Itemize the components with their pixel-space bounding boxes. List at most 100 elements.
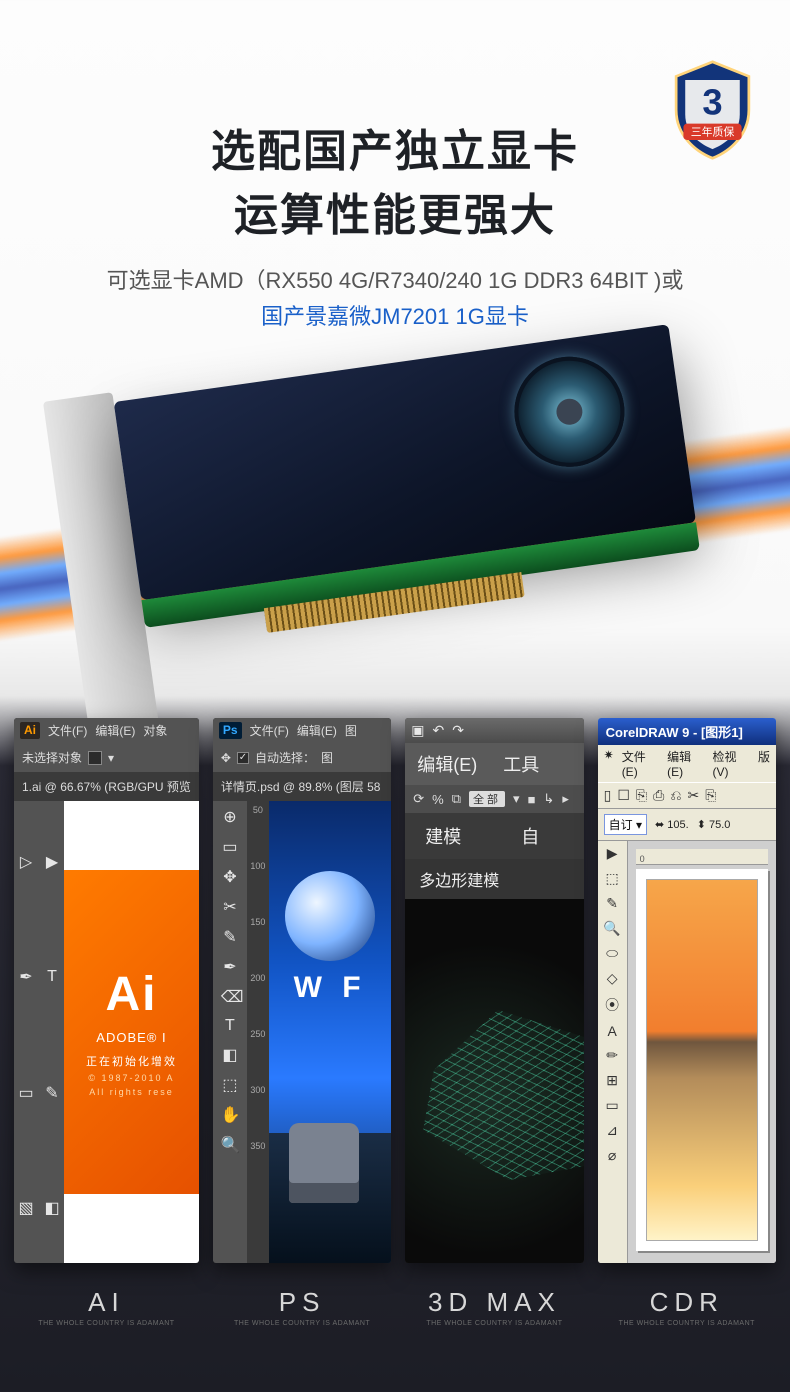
max-sel-icon-2[interactable]: ↳	[543, 791, 554, 807]
cdr-menu-edit[interactable]: 编辑(E)	[667, 748, 704, 779]
ps-tool-move[interactable]: ⊕	[221, 807, 239, 827]
max-menu-tools[interactable]: 工具	[503, 751, 539, 777]
cdr-tool-pick[interactable]: ▶	[607, 845, 618, 862]
cdr-window: CorelDRAW 9 - [图形1] ✷ 文件(E) 编辑(E) 检视(V) …	[598, 718, 776, 1263]
cdr-tool-freehand[interactable]: ✎	[606, 895, 618, 912]
cdr-new-icon[interactable]: ▯	[604, 787, 612, 804]
cdr-tool-interactive[interactable]: ⊿	[606, 1122, 618, 1139]
max-bind-icon[interactable]: ⧉	[452, 791, 461, 807]
ai-tool-select[interactable]: ▷	[17, 852, 35, 872]
ai-splash-screen: Ai ADOBE® I 正在初始化增效 © 1987-2010 A All ri…	[64, 870, 199, 1193]
ps-autoselect-value[interactable]: 图	[321, 749, 333, 766]
ai-fill-swatch-icon[interactable]	[88, 751, 102, 765]
max-app-icon[interactable]: ▣	[411, 722, 424, 739]
ai-tool-gradient[interactable]: ▧	[17, 1198, 35, 1218]
ps-tool-crop[interactable]: ✂	[221, 897, 239, 917]
ps-options-bar: ✥ 自动选择： 图	[213, 743, 391, 772]
ps-tool-lasso[interactable]: ✥	[221, 867, 239, 887]
ps-tool-eraser[interactable]: ⌫	[221, 987, 239, 1007]
ai-tool-pen[interactable]: ✒	[17, 967, 35, 987]
max-undo-icon[interactable]: ↶	[433, 722, 445, 739]
ps-sublabel: THE WHOLE COUNTRY IS ADAMANT	[213, 1320, 391, 1327]
cdr-sunset-artwork	[646, 879, 758, 1241]
ai-tool-artboard[interactable]: ◧	[43, 1198, 61, 1218]
ps-tool-brush[interactable]: ✎	[221, 927, 239, 947]
max-toolbar: ⟳ % ⧉ 全部 ▾ ■ ↳ ▸	[405, 785, 583, 813]
ps-tool-gradient[interactable]: ◧	[221, 1045, 239, 1065]
cdr-tool-zoom[interactable]: 🔍	[603, 920, 620, 937]
cdr-tool-ellipse[interactable]: ⬭	[606, 945, 618, 962]
ps-autoselect-checkbox[interactable]	[237, 752, 249, 764]
cdr-tool-outline[interactable]: ⌀	[608, 1147, 616, 1164]
ai-tool-direct[interactable]: ▶	[43, 852, 61, 872]
ps-ruler-mark: 200	[250, 973, 265, 983]
ps-move-icon[interactable]: ✥	[221, 751, 231, 765]
ps-tool-pen[interactable]: ✒	[221, 957, 239, 977]
cdr-menu-file[interactable]: 文件(E)	[622, 748, 659, 779]
cdr-papersize-dropdown[interactable]: 自订 ▾	[604, 814, 647, 835]
ai-options-bar: 未选择对象 ▾	[14, 743, 199, 772]
app-card-3dmax: ▣ ↶ ↷ 编辑(E) 工具 ⟳ % ⧉ 全部 ▾ ■ ↳ ▸ 建模 自	[405, 718, 583, 1327]
cdr-undo-icon[interactable]: ⎌	[670, 787, 681, 804]
cdr-copy-icon[interactable]: ⎘	[705, 787, 716, 804]
ps-tool-shape[interactable]: ⬚	[221, 1075, 239, 1095]
max-sel-icon[interactable]: ■	[528, 792, 536, 807]
max-menubar: 编辑(E) 工具	[405, 743, 583, 785]
max-tab-freeform[interactable]: 自	[521, 823, 539, 849]
ps-menu-edit[interactable]: 编辑(E)	[297, 722, 337, 739]
ai-label: AI	[14, 1287, 199, 1318]
hero-subtitle-2: 国产景嘉微JM7201 1G显卡	[0, 299, 790, 331]
ps-ruler-mark: 300	[250, 1085, 265, 1095]
ai-menu-object[interactable]: 对象	[143, 722, 167, 739]
ps-menu-image[interactable]: 图	[345, 722, 357, 739]
max-redo-icon[interactable]: ↷	[452, 722, 464, 739]
cdr-property-bar: 自订 ▾ ⬌ 105. ⬍ 75.0	[598, 809, 776, 841]
cdr-tool-spiral[interactable]: ⦿	[605, 995, 619, 1015]
cdr-menu-layout[interactable]: 版	[758, 748, 770, 779]
cdr-page[interactable]	[636, 869, 768, 1251]
max-sel-icon-3[interactable]: ▸	[562, 791, 569, 807]
cdr-menubar: ✷ 文件(E) 编辑(E) 检视(V) 版	[598, 745, 776, 782]
ai-tool-brush[interactable]: ✎	[43, 1083, 61, 1103]
cdr-cut-icon[interactable]: ✂	[688, 787, 700, 804]
cdr-tool-shape[interactable]: ⬚	[606, 870, 619, 887]
max-filter-dropdown[interactable]: 全部	[469, 791, 505, 807]
cdr-tool-text[interactable]: A	[607, 1023, 616, 1039]
max-unlink-icon[interactable]: %	[432, 792, 444, 807]
ai-document-tab[interactable]: 1.ai @ 66.67% (RGB/GPU 预览	[14, 772, 199, 801]
cdr-tool-pen[interactable]: ✏	[606, 1047, 618, 1064]
hero-subtitle-1: 可选显卡AMD（RX550 4G/R7340/240 1G DDR3 64BIT…	[0, 263, 790, 295]
ps-menu-file[interactable]: 文件(F)	[250, 722, 289, 739]
max-link-icon[interactable]: ⟳	[413, 791, 424, 807]
ai-menu-edit[interactable]: 编辑(E)	[95, 722, 135, 739]
cdr-tool-grid[interactable]: ⊞	[606, 1072, 618, 1089]
ps-tool-hand[interactable]: ✋	[221, 1105, 239, 1125]
ps-artwork-text: W F	[294, 971, 367, 1005]
cdr-print-icon[interactable]: ⎙	[653, 787, 664, 804]
ps-document-tab[interactable]: 详情页.psd @ 89.8% (图层 58	[213, 772, 391, 801]
max-menu-edit[interactable]: 编辑(E)	[417, 751, 477, 777]
cdr-tool-polygon[interactable]: ◇	[607, 970, 618, 987]
cdr-open-icon[interactable]: ☐	[617, 787, 630, 804]
max-viewport[interactable]	[405, 899, 583, 1263]
ps-tool-marquee[interactable]: ▭	[221, 837, 239, 857]
ps-robot-art	[289, 1123, 359, 1203]
cdr-tool-rect[interactable]: ▭	[606, 1097, 619, 1114]
max-filter-arrow-icon[interactable]: ▾	[513, 791, 520, 807]
cdr-menu-view[interactable]: 检视(V)	[713, 748, 750, 779]
ai-tool-type[interactable]: T	[43, 968, 61, 986]
ai-optbar-dropdown-icon[interactable]: ▾	[108, 751, 114, 765]
ps-tool-zoom[interactable]: 🔍	[221, 1135, 239, 1155]
app-showcase-row: Ai 文件(F) 编辑(E) 对象 未选择对象 ▾ 1.ai @ 66.67% …	[0, 718, 790, 1327]
max-tab-modeling[interactable]: 建模	[425, 823, 461, 849]
ps-planet-art	[285, 871, 375, 961]
ps-ruler-mark: 150	[250, 917, 265, 927]
svg-text:三年质保: 三年质保	[691, 124, 735, 138]
ai-menu-file[interactable]: 文件(F)	[48, 722, 87, 739]
ai-window: Ai 文件(F) 编辑(E) 对象 未选择对象 ▾ 1.ai @ 66.67% …	[14, 718, 199, 1263]
ai-tool-rect[interactable]: ▭	[17, 1083, 35, 1103]
ps-tool-type[interactable]: T	[221, 1017, 239, 1035]
hero-section: 3 三年质保 选配国产独立显卡 运算性能更强大 可选显卡AMD（RX550 4G…	[0, 0, 790, 681]
cdr-save-icon[interactable]: ⎘	[636, 787, 647, 804]
ai-sublabel: THE WHOLE COUNTRY IS ADAMANT	[14, 1320, 199, 1327]
